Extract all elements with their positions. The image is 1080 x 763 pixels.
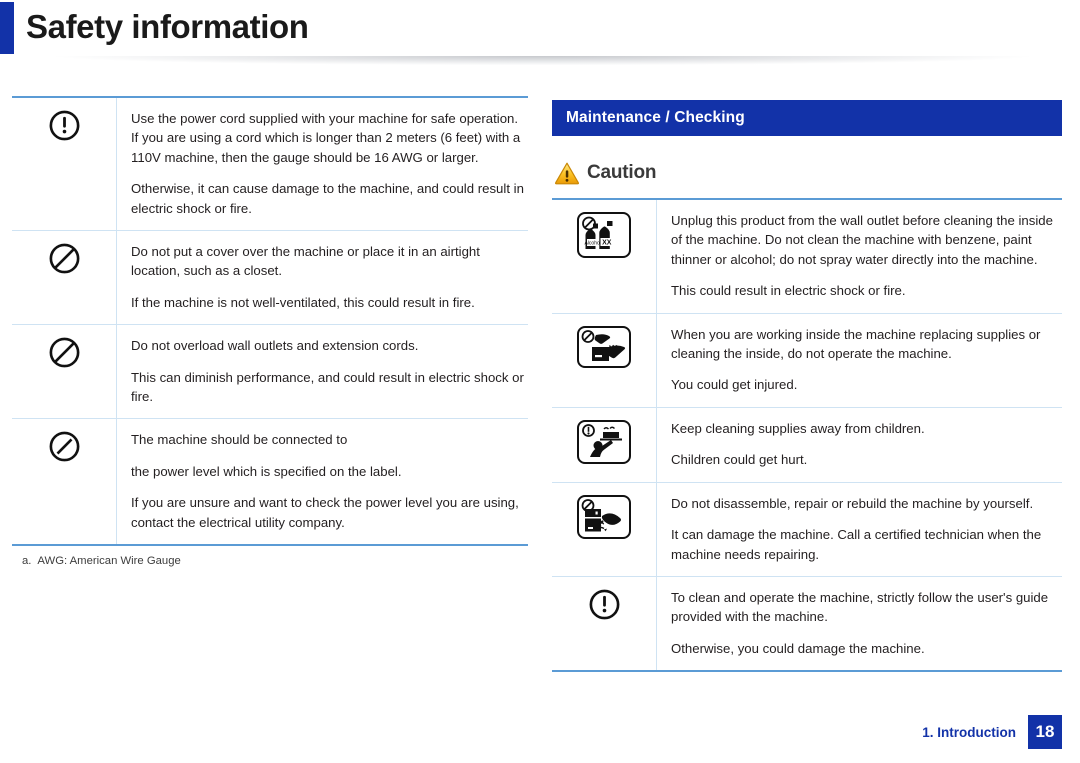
row-paragraph: To clean and operate the machine, strict…: [671, 590, 1049, 625]
footer-chapter-label: 1. Introduction: [922, 724, 1016, 740]
row-paragraph: It can damage the machine. Call a certif…: [671, 527, 1042, 562]
page-header: Safety information: [0, 0, 1080, 72]
row-icon-cell: [552, 576, 657, 671]
row-text-cell: When you are working inside the machine …: [656, 312, 1062, 408]
table-row: To clean and operate the machine, strict…: [552, 576, 1062, 671]
row-icon-cell: [12, 418, 117, 545]
row-paragraph: This can diminish performance, and could…: [131, 369, 524, 405]
safety-table-left: Use the power cord supplied with your ma…: [12, 96, 528, 545]
caution-label: Caution: [587, 162, 657, 183]
row-paragraph: Keep cleaning supplies away from childre…: [671, 420, 925, 436]
page-title: Safety information: [26, 8, 309, 45]
footnote-text: AWG: American Wire Gauge: [37, 555, 181, 568]
page-number-badge: 18: [1028, 715, 1062, 749]
footnote-marker: a.: [22, 555, 32, 568]
header-accent-bar: [0, 2, 14, 54]
page-footer: 1. Introduction 18: [922, 715, 1062, 749]
row-paragraph: Do not disassemble, repair or rebuild th…: [671, 495, 1034, 511]
row-text-cell: Unplug this product from the wall outlet…: [657, 199, 1063, 313]
no-solvents-bottles-icon: Alcohol XX: [576, 211, 632, 264]
table-row: Alcohol XX Unplug this product from the …: [552, 199, 1063, 314]
row-paragraph: Otherwise, it can cause damage to the ma…: [131, 181, 524, 216]
keep-away-from-children-icon: [576, 419, 632, 470]
row-paragraph: This could result in electric shock or f…: [671, 283, 906, 299]
table-row: Keep cleaning supplies away from childre…: [552, 406, 1062, 483]
svg-text:Alcohol: Alcohol: [584, 241, 600, 247]
row-text-cell: Do not overload wall outlets and extensi…: [116, 324, 528, 419]
table-row: Do not disassemble, repair or rebuild th…: [552, 481, 1062, 577]
row-paragraph: Children could get hurt.: [671, 452, 808, 468]
caution-heading: Caution: [554, 158, 1062, 188]
row-text-cell: To clean and operate the machine, strict…: [656, 576, 1062, 671]
row-paragraph: If you are unsure and want to check the …: [131, 495, 519, 530]
row-paragraph: Unplug this product from the wall outlet…: [671, 213, 1053, 267]
row-paragraph: the power level which is specified on th…: [131, 463, 402, 479]
row-icon-cell: [12, 230, 117, 325]
table-row: When you are working inside the machine …: [552, 312, 1062, 408]
row-paragraph: Do not put a cover over the machine or p…: [131, 244, 480, 279]
no-disassembly-drill-icon: [576, 494, 632, 545]
right-column: Maintenance / Checking Caution Alcohol X…: [552, 100, 1063, 673]
no-hands-inside-machine-icon: [576, 325, 632, 374]
table-row: Do not overload wall outlets and extensi…: [12, 324, 528, 419]
row-icon-cell: [552, 312, 657, 408]
prohibition-circle-icon: [48, 242, 81, 280]
row-paragraph: The machine should be connected to: [131, 432, 348, 448]
header-divider-shadow: [18, 56, 1068, 68]
row-paragraph: You could get injured.: [671, 377, 798, 393]
svg-text:XX: XX: [602, 240, 612, 247]
row-text-cell: Use the power cord supplied with your ma…: [117, 97, 529, 231]
table-row: Do not put a cover over the machine or p…: [12, 230, 528, 325]
warning-triangle-icon: [554, 161, 580, 185]
row-icon-cell: [552, 481, 657, 577]
row-icon-cell: [12, 97, 117, 231]
row-paragraph: Otherwise, you could damage the machine.: [671, 640, 925, 656]
table-row: The machine should be connected to the p…: [12, 418, 528, 545]
row-text-cell: Do not disassemble, repair or rebuild th…: [656, 481, 1062, 577]
row-text-cell: Keep cleaning supplies away from childre…: [656, 406, 1062, 483]
row-text-cell: Do not put a cover over the machine or p…: [116, 230, 528, 325]
row-paragraph: Use the power cord supplied with your ma…: [131, 111, 521, 165]
row-paragraph: When you are working inside the machine …: [671, 326, 1041, 362]
exclamation-circle-icon: [588, 588, 621, 626]
exclamation-circle-icon: [48, 109, 81, 147]
table-bottom-rule: [552, 670, 1062, 673]
footnote: a. AWG: American Wire Gauge: [12, 555, 528, 567]
safety-table-right: Alcohol XX Unplug this product from the …: [552, 198, 1063, 671]
row-text-cell: The machine should be connected to the p…: [116, 418, 528, 545]
section-header-maintenance: Maintenance / Checking: [552, 100, 1062, 136]
row-icon-cell: [12, 324, 117, 419]
row-paragraph: If the machine is not well-ventilated, t…: [131, 294, 475, 310]
prohibition-circle-icon: [48, 336, 81, 374]
slashed-circle-icon: [48, 430, 81, 468]
left-column: Use the power cord supplied with your ma…: [12, 86, 528, 567]
row-paragraph: Do not overload wall outlets and extensi…: [131, 338, 419, 354]
row-icon-cell: [552, 406, 657, 483]
table-row: Use the power cord supplied with your ma…: [12, 97, 528, 231]
table-bottom-rule: [12, 544, 528, 547]
row-icon-cell: Alcohol XX: [552, 199, 657, 314]
